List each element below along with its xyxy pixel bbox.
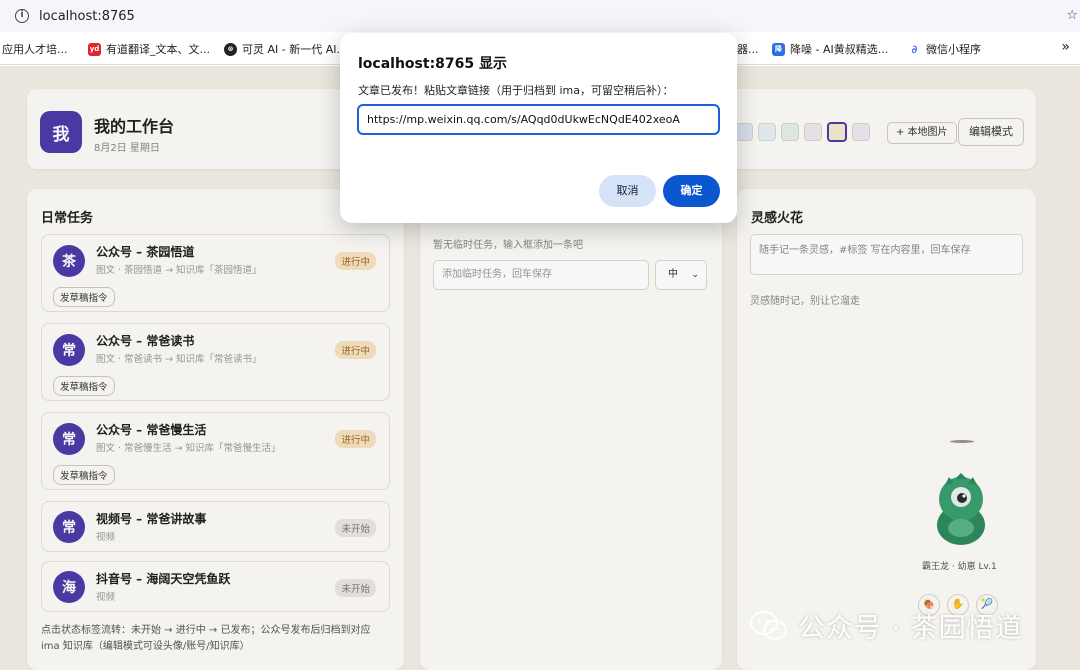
bookmark-item-5[interactable]: ∂ 微信小程序 [908, 41, 981, 57]
info-icon[interactable]: i [15, 9, 29, 23]
kling-icon: ⊗ [224, 42, 237, 56]
watermark: 公众号 · 茶园悟道 [750, 606, 1023, 645]
bookmark-label: 微信小程序 [926, 43, 981, 56]
article-link-input[interactable]: https://mp.weixin.qq.com/s/AQqd0dUkwEcNQ… [357, 104, 720, 135]
youdao-icon: yd [88, 42, 101, 56]
ok-button[interactable]: 确定 [663, 175, 720, 207]
wechat-logo-icon [750, 610, 787, 640]
jiangzao-icon: 降 [772, 42, 785, 56]
bookmark-label: 降噪 - AI黄叔精选... [790, 43, 889, 56]
prompt-dialog: localhost:8765 显示 文章已发布！粘贴文章链接（用于归档到 ima… [340, 33, 737, 223]
watermark-text: 公众号 · 茶园悟道 [798, 613, 1023, 644]
bookmark-item-3[interactable]: ⊗ 可灵 AI - 新一代 AI... [224, 41, 347, 57]
bookmark-item-2[interactable]: yd 有道翻译_文本、文... [88, 41, 210, 57]
bookmark-item-4[interactable]: 降 降噪 - AI黄叔精选... [772, 41, 888, 57]
bookmark-label: 有道翻译_文本、文... [106, 43, 210, 56]
browser-address-bar[interactable]: i localhost:8765 ☆ [0, 0, 1080, 32]
dialog-message: 文章已发布！粘贴文章链接（用于归档到 ima，可留空稍后补）： [358, 84, 674, 97]
bookmark-item-1[interactable]: 应用人才培... [2, 41, 68, 57]
cancel-button[interactable]: 取消 [599, 175, 656, 207]
url-text[interactable]: localhost:8765 [39, 9, 135, 24]
bookmarks-more-icon[interactable]: » [1061, 39, 1070, 55]
bookmark-star-icon[interactable]: ☆ [1066, 8, 1078, 23]
miniprogram-icon: ∂ [908, 42, 921, 56]
bookmark-label: 器... [737, 43, 759, 56]
bookmark-label: 应用人才培... [2, 43, 68, 56]
bookmark-label: 可灵 AI - 新一代 AI... [242, 43, 347, 56]
bookmark-item-partial[interactable]: 器... [737, 41, 759, 57]
dialog-title: localhost:8765 显示 [358, 56, 508, 72]
